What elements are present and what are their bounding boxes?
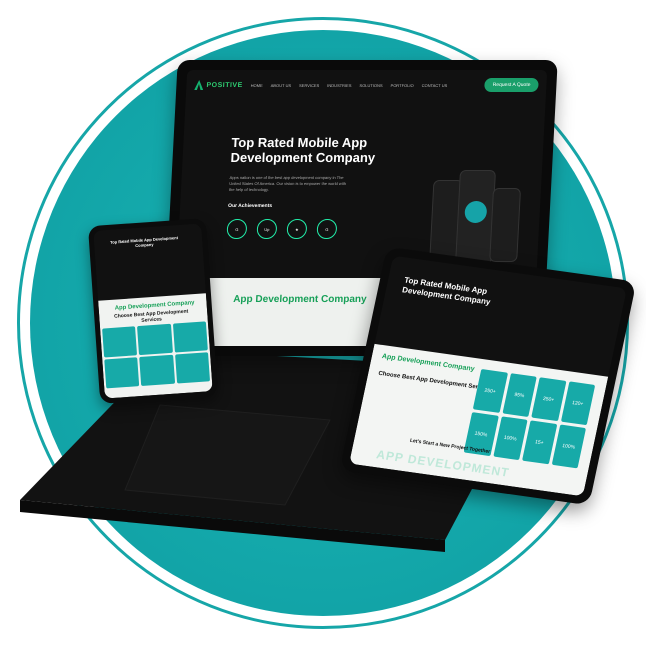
phone-webpage: Top Rated Mobile App Development Company… bbox=[93, 223, 213, 399]
upwork-badge-icon: Up bbox=[256, 219, 278, 239]
service-card[interactable] bbox=[102, 326, 138, 358]
google-badge-icon: G bbox=[226, 219, 248, 239]
nav-home[interactable]: HOME bbox=[251, 83, 263, 88]
stat-card[interactable]: 250+ bbox=[472, 369, 508, 413]
brand-name: POSITIVE bbox=[206, 81, 243, 89]
tablet-webpage: Top Rated Mobile App Development Company… bbox=[349, 255, 627, 497]
hero-title: Top Rated Mobile App Development Company bbox=[230, 135, 376, 165]
tablet-section-title: App Development Company bbox=[381, 353, 476, 373]
brand-logo[interactable]: POSITIVE bbox=[194, 80, 243, 90]
phone-section: App Development Company Choose Best App … bbox=[98, 293, 213, 399]
stat-card[interactable]: 100% bbox=[551, 424, 587, 469]
tablet-section: App Development Company Choose Best App … bbox=[349, 343, 609, 497]
car-app-icon bbox=[464, 201, 488, 223]
service-card[interactable] bbox=[137, 323, 173, 356]
stat-card[interactable]: 120+ bbox=[560, 381, 596, 426]
nav-contact[interactable]: CONTACT US bbox=[422, 83, 448, 88]
award-badge-icon: ★ bbox=[286, 219, 308, 239]
request-quote-button[interactable]: Request A Quote bbox=[484, 78, 539, 92]
nav-portfolio[interactable]: PORTFOLIO bbox=[391, 83, 414, 88]
nav-about[interactable]: ABOUT US bbox=[271, 83, 292, 88]
tablet-hero-title: Top Rated Mobile App Development Company bbox=[401, 275, 492, 307]
stat-card[interactable]: 250+ bbox=[531, 377, 566, 422]
service-card[interactable] bbox=[174, 352, 211, 384]
service-card[interactable] bbox=[104, 357, 140, 389]
hero-text: Apps nation is one of the best app devel… bbox=[228, 175, 347, 192]
achievement-badges: G Up ★ G bbox=[226, 219, 377, 239]
google-badge-icon: G bbox=[316, 219, 338, 239]
band-title: App Development Company bbox=[232, 294, 367, 305]
logo-mark-icon bbox=[194, 80, 204, 90]
stat-card[interactable]: 15+ bbox=[522, 420, 557, 465]
phone-device: Top Rated Mobile App Development Company… bbox=[87, 218, 219, 404]
phone-card-grid bbox=[102, 321, 211, 389]
showcase: POSITIVE HOME ABOUT US SERVICES INDUSTRI… bbox=[0, 0, 646, 646]
nav-services[interactable]: SERVICES bbox=[299, 83, 319, 88]
phone-hero-title: Top Rated Mobile App Development Company bbox=[109, 235, 179, 249]
achievements-label: Our Achievements bbox=[227, 203, 273, 209]
service-card[interactable] bbox=[172, 321, 208, 353]
service-card[interactable] bbox=[139, 354, 175, 386]
app-mockup bbox=[489, 188, 522, 262]
hero-section: Top Rated Mobile App Development Company… bbox=[226, 135, 381, 239]
laptop-nav: POSITIVE HOME ABOUT US SERVICES INDUSTRI… bbox=[186, 70, 548, 100]
nav-industries[interactable]: INDUSTRIES bbox=[327, 83, 351, 88]
tablet-device: Top Rated Mobile App Development Company… bbox=[339, 246, 637, 506]
nav-solutions[interactable]: SOLUTIONS bbox=[359, 83, 382, 88]
